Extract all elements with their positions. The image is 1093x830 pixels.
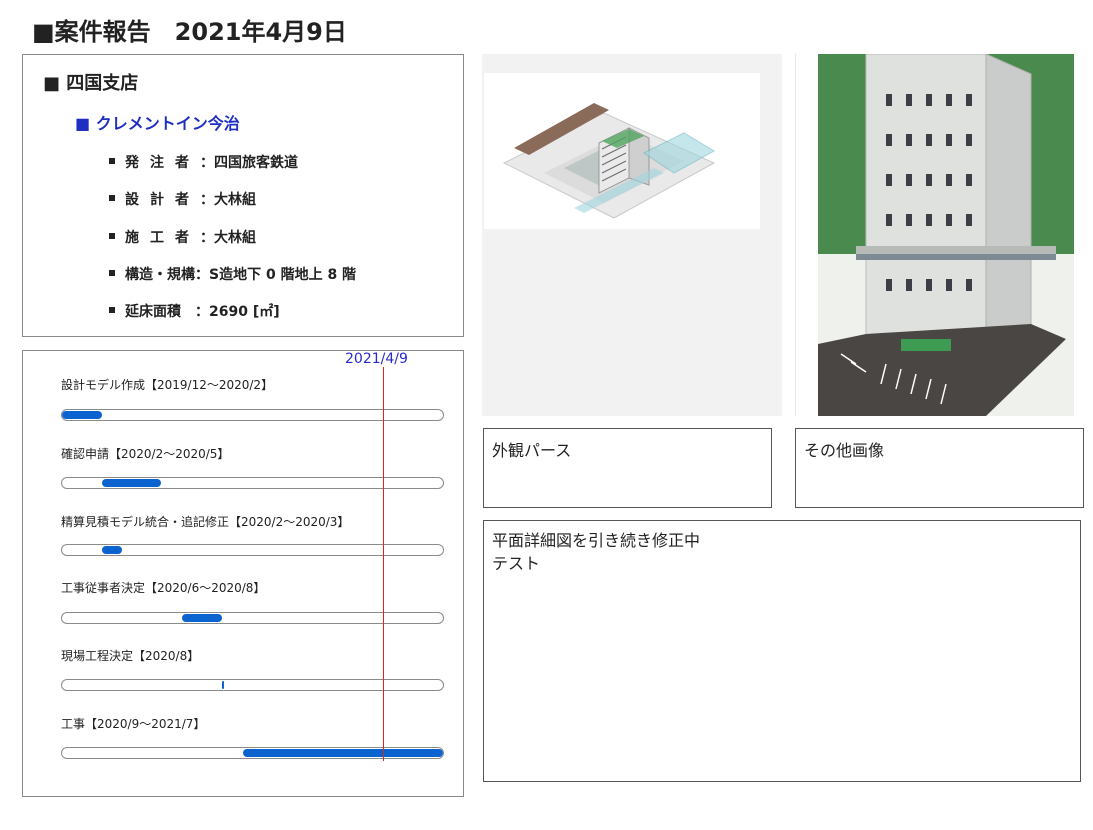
task-progress-track xyxy=(61,612,444,624)
building-axonometric-image xyxy=(484,73,760,229)
task-label: 確認申請【2020/2～2020/5】 xyxy=(61,447,230,461)
detail-label: 設計者 xyxy=(125,192,200,208)
exterior-perspective-image xyxy=(482,54,782,416)
detail-sep: ： xyxy=(200,230,214,246)
other-image-caption-text: その他画像 xyxy=(804,441,885,460)
page-title: ■案件報告 2021年4月9日 xyxy=(32,18,347,46)
detail-designer: 設計者：大林組 xyxy=(109,189,256,209)
task-label: 精算見積モデル統合・追記修正【2020/2～2020/3】 xyxy=(61,515,350,529)
detail-orderer: 発注者：四国旅客鉄道 xyxy=(109,152,298,172)
project-name: ■ クレメントイン今治 xyxy=(75,114,240,133)
task-progress-bar xyxy=(102,479,161,487)
detail-value: 大林組 xyxy=(214,230,256,246)
task-progress-bar xyxy=(102,546,122,554)
task-progress-track xyxy=(61,409,444,421)
task-label: 現場工程決定【2020/8】 xyxy=(61,649,200,663)
detail-sep: ： xyxy=(195,267,209,283)
memo-line: テスト xyxy=(492,554,541,573)
detail-label: 延床面積 xyxy=(125,304,181,320)
today-marker-line xyxy=(383,367,384,761)
detail-value: 2690 [㎡] xyxy=(209,304,280,320)
branch-name: ■ 四国支店 xyxy=(43,73,139,94)
detail-floor-area: 延床面積 ：2690 [㎡] xyxy=(109,301,280,321)
task-progress-bar xyxy=(222,681,224,689)
detail-sep: ： xyxy=(200,192,214,208)
detail-label: 発注者 xyxy=(125,155,200,171)
today-marker-label: 2021/4/9 xyxy=(345,351,408,367)
task-label: 設計モデル作成【2019/12～2020/2】 xyxy=(61,378,274,392)
other-image-caption-box[interactable]: その他画像 xyxy=(795,428,1084,508)
exterior-caption-box[interactable]: 外観パース xyxy=(483,428,772,508)
detail-sep: ： xyxy=(200,155,214,171)
bullet-icon xyxy=(109,158,115,164)
bullet-icon xyxy=(109,270,115,276)
task-label: 工事【2020/9～2021/7】 xyxy=(61,717,206,731)
task-progress-track xyxy=(61,544,444,556)
memo-line: 平面詳細図を引き続き修正中 xyxy=(492,531,701,550)
task-label: 工事従事者決定【2020/6～2020/8】 xyxy=(61,581,266,595)
bullet-icon xyxy=(109,307,115,313)
task-progress-track xyxy=(61,679,444,691)
other-image xyxy=(795,53,1093,416)
bullet-icon xyxy=(109,233,115,239)
task-progress-bar xyxy=(62,411,102,419)
schedule-panel: 設計モデル作成【2019/12～2020/2】 確認申請【2020/2～2020… xyxy=(22,350,464,797)
task-progress-bar xyxy=(182,614,222,622)
detail-sep: ： xyxy=(181,304,209,320)
detail-value: 大林組 xyxy=(214,192,256,208)
detail-constructor: 施工者：大林組 xyxy=(109,227,256,247)
detail-value: S造地下 0 階地上 8 階 xyxy=(209,267,357,283)
bullet-icon xyxy=(109,195,115,201)
exterior-caption-text: 外観パース xyxy=(492,441,572,460)
detail-value: 四国旅客鉄道 xyxy=(214,155,298,171)
task-progress-bar xyxy=(243,749,443,757)
memo-box[interactable]: 平面詳細図を引き続き修正中 テスト xyxy=(483,520,1081,782)
project-info-panel: ■ 四国支店 ■ クレメントイン今治 発注者：四国旅客鉄道 設計者：大林組 施工… xyxy=(22,54,464,337)
detail-label: 施工者 xyxy=(125,230,200,246)
detail-label: 構造・規構 xyxy=(125,267,195,283)
task-progress-track xyxy=(61,477,444,489)
task-progress-track xyxy=(61,747,444,759)
detail-structure: 構造・規構：S造地下 0 階地上 8 階 xyxy=(109,264,356,284)
